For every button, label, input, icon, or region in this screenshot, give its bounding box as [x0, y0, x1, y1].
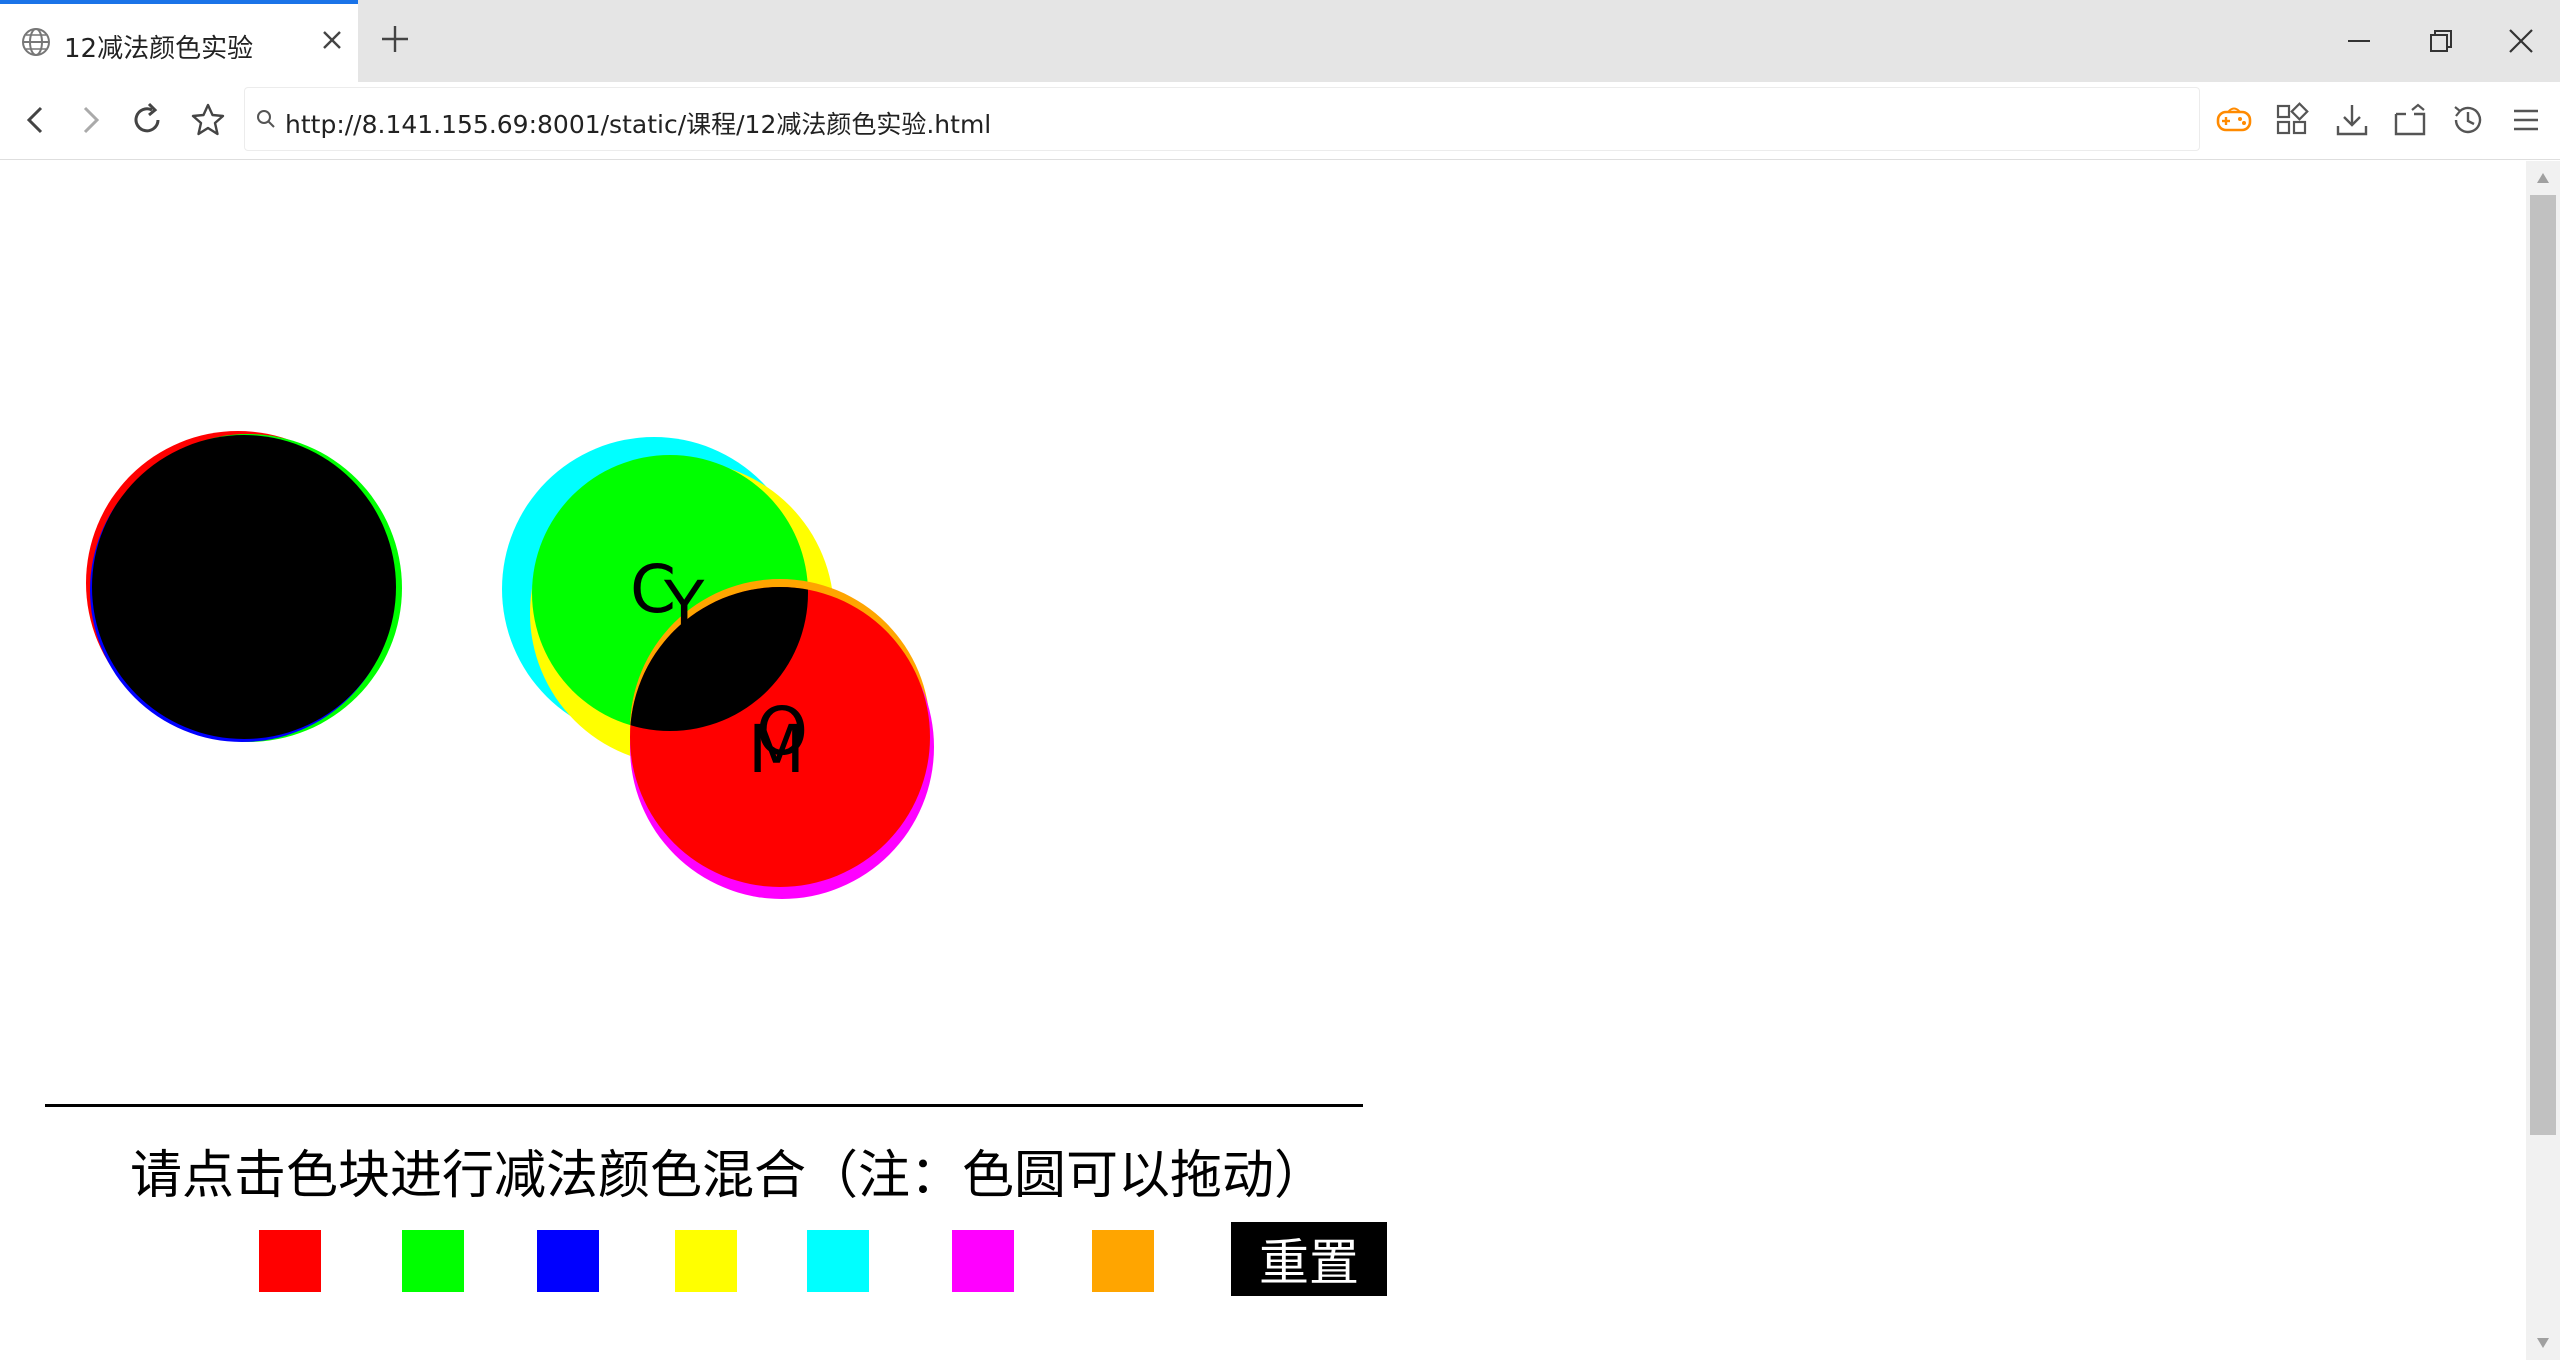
swatch-magenta[interactable]	[952, 1230, 1014, 1292]
minimize-window-icon[interactable]	[2342, 24, 2376, 58]
apps-grid-icon[interactable]	[2272, 100, 2312, 140]
address-bar[interactable]: http://8.141.155.69:8001/static/课程/12减法颜…	[244, 87, 2200, 151]
swatch-cyan[interactable]	[807, 1230, 869, 1292]
collections-icon[interactable]	[2390, 100, 2430, 140]
scroll-up-arrow-icon[interactable]	[2535, 171, 2551, 185]
swatch-yellow[interactable]	[675, 1230, 737, 1292]
url-text[interactable]: http://8.141.155.69:8001/static/课程/12减法颜…	[285, 105, 991, 141]
swatch-red[interactable]	[259, 1230, 321, 1292]
vertical-scrollbar[interactable]	[2526, 161, 2560, 1360]
globe-icon	[22, 28, 50, 56]
circle-label-m: M	[748, 711, 805, 788]
color-circle-stage: C Y O M	[0, 161, 1400, 961]
swatch-blue[interactable]	[537, 1230, 599, 1292]
tab-strip: 12减法颜色实验	[0, 0, 2560, 82]
navigation-bar: http://8.141.155.69:8001/static/课程/12减法颜…	[0, 82, 2560, 160]
reset-button[interactable]: 重置	[1231, 1222, 1387, 1296]
active-tab[interactable]: 12减法颜色实验	[0, 0, 358, 82]
new-tab-icon[interactable]	[378, 22, 412, 56]
back-icon[interactable]	[16, 100, 56, 140]
divider-line	[45, 1104, 1363, 1107]
swatch-orange[interactable]	[1092, 1230, 1154, 1292]
instruction-text: 请点击色块进行减法颜色混合（注：色圆可以拖动）	[130, 1146, 1327, 1206]
search-icon	[257, 110, 275, 128]
download-icon[interactable]	[2332, 100, 2372, 140]
close-tab-icon[interactable]	[318, 26, 346, 54]
page-viewport: C Y O M 请点击色块进行减法颜色混合（注：色圆可以拖动） 重置	[0, 161, 2526, 1360]
game-controller-icon[interactable]	[2214, 100, 2254, 140]
tab-title: 12减法颜色实验	[64, 34, 254, 64]
bookmark-star-icon[interactable]	[188, 100, 228, 140]
restore-window-icon[interactable]	[2424, 24, 2458, 58]
menu-icon[interactable]	[2506, 100, 2546, 140]
forward-icon[interactable]	[70, 100, 110, 140]
circle-label-y: Y	[664, 567, 705, 644]
black-overlap-lens	[630, 587, 808, 731]
scroll-down-arrow-icon[interactable]	[2535, 1336, 2551, 1350]
swatch-green[interactable]	[402, 1230, 464, 1292]
history-icon[interactable]	[2448, 100, 2488, 140]
close-window-icon[interactable]	[2504, 24, 2538, 58]
reload-icon[interactable]	[128, 100, 168, 140]
scrollbar-thumb[interactable]	[2530, 195, 2556, 1135]
